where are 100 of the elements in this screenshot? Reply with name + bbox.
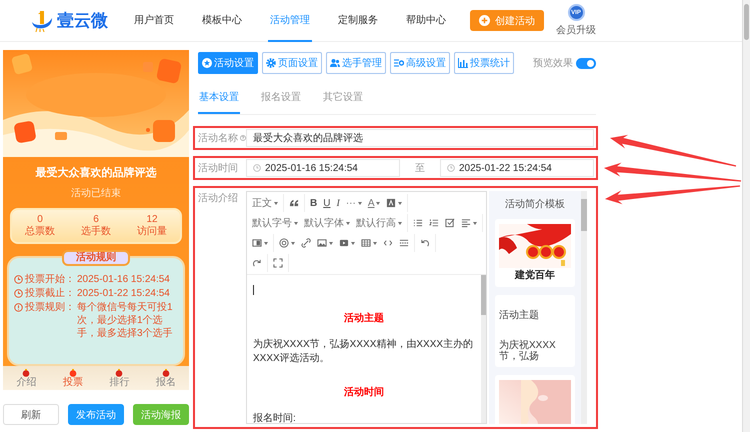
lantern-icon [115, 368, 124, 376]
table-icon [361, 238, 371, 248]
toolbar-button[interactable]: I [333, 195, 343, 211]
scrollbar[interactable] [481, 275, 486, 423]
clock-icon [14, 275, 23, 284]
rule-value: 2025-01-22 15:24:54 [77, 287, 171, 300]
settings-tab[interactable]: 投票统计 [454, 52, 514, 74]
template-caption: 建党百年 [514, 268, 556, 282]
rule-value: 每个微信号每天可投1次，最少选择1个选手，最多选择3个选手 [77, 301, 174, 340]
toolbar-dropdown[interactable]: ··· [342, 195, 365, 211]
toolbar-dropdown[interactable]: 默认字体 [301, 215, 353, 231]
lantern-icon [162, 368, 170, 376]
nav-tab[interactable]: 排行 [96, 366, 142, 390]
caret-icon [264, 242, 268, 244]
input-field[interactable]: 最受大众喜欢的品牌评选 [246, 129, 594, 147]
undo-icon [420, 238, 430, 248]
users-icon [330, 58, 340, 68]
code-icon [383, 238, 393, 248]
stat-value: 12 [146, 214, 158, 226]
template-card-title: 活动主题 [499, 308, 540, 322]
date-field[interactable]: 2025-01-16 15:24:54 [246, 159, 400, 177]
toolbar-button[interactable]: U [320, 195, 334, 211]
settings-tab[interactable]: 高级设置 [390, 52, 450, 74]
template-card[interactable]: 建党百年 [495, 219, 575, 287]
align-left-icon [461, 218, 471, 228]
toolbar-dropdown[interactable]: 默认字号 [249, 215, 301, 231]
settings-list-icon [394, 58, 404, 68]
lantern-icon [68, 368, 77, 376]
image-icon [317, 238, 327, 248]
star-icon [202, 58, 212, 68]
refresh-button[interactable]: 刷新 [3, 404, 59, 425]
create-button[interactable]: 创建活动 [470, 10, 544, 31]
template-card[interactable]: 活动主题 为庆祝XXXX节，弘扬 [495, 295, 575, 367]
logo-text: 壹云微 [57, 10, 108, 32]
publish-button[interactable]: 发布活动 [68, 404, 124, 425]
toolbar-dropdown[interactable]: A [364, 195, 384, 211]
redo-icon [252, 258, 262, 268]
nav-tab[interactable]: 介绍 [3, 366, 50, 390]
nav-link[interactable]: 定制服务 [336, 0, 380, 42]
editor-text-area[interactable]: 活动主题 为庆祝XXXX节，弘扬XXXX精神，由XXXX主办的XXXX评选活动。 活动时间 报名时间: [247, 275, 481, 423]
nav-tab[interactable]: 报名 [142, 366, 189, 390]
settings-tab[interactable]: 页面设置 [262, 52, 322, 74]
activity-status: 活动已结束 [71, 186, 121, 200]
template-panel-title: 活动简介模板 [505, 198, 565, 211]
fullscreen-icon [273, 258, 283, 268]
scrollbar[interactable] [581, 191, 587, 424]
caret-icon [398, 202, 402, 204]
plus-icon [479, 15, 490, 26]
field-label: 活动名称 [198, 132, 238, 145]
clock-icon [14, 289, 23, 298]
settings-tab[interactable]: 活动设置 [198, 52, 258, 74]
numbered-list-icon [429, 218, 439, 228]
caret-icon [373, 242, 377, 244]
nav-link[interactable]: 用户首页 [132, 0, 176, 42]
rules-title: 活动规则 [62, 250, 130, 266]
caret-icon [274, 202, 278, 204]
field-label: 活动时间 [198, 162, 238, 175]
logo-icon [30, 10, 54, 32]
editor-paragraph: 为庆祝XXXX节，弘扬XXXX精神，由XXXX主办的XXXX评选活动。 [253, 338, 474, 365]
caret-icon [346, 222, 350, 224]
stat-label: 总票数 [25, 226, 55, 238]
checkbox-icon [445, 218, 455, 228]
settings-tab[interactable]: 选手管理 [326, 52, 386, 74]
text-cursor [253, 285, 254, 295]
toolbar-dropdown[interactable]: 默认行高 [353, 215, 405, 231]
range-separator: 至 [414, 162, 426, 175]
caret-icon [398, 222, 402, 224]
member-upgrade-link[interactable]: 会员升级 [556, 23, 596, 37]
stat-label: 访问量 [137, 226, 167, 238]
caret-icon [291, 242, 295, 244]
caret-icon [329, 242, 333, 244]
nav-link[interactable]: 模板中心 [200, 0, 244, 42]
clock-icon [447, 164, 455, 172]
sub-tab[interactable]: 其它设置 [322, 88, 364, 114]
nav-link[interactable]: 活动管理 [268, 0, 312, 42]
nav-tab[interactable]: 投票 [50, 366, 96, 390]
preview-toggle[interactable] [576, 58, 596, 68]
scrollbar[interactable] [742, 0, 750, 432]
gear-icon [266, 58, 276, 68]
nav-link[interactable]: 帮助中心 [404, 0, 448, 42]
sub-tab[interactable]: 报名设置 [260, 88, 302, 114]
link-icon [301, 238, 311, 248]
quote-icon [289, 198, 299, 208]
editor-heading: 活动时间 [343, 386, 385, 399]
toolbar-dropdown[interactable]: 正文 [249, 195, 281, 211]
video-icon [339, 238, 349, 248]
caret-icon [376, 202, 380, 204]
stat-value: 6 [93, 214, 99, 226]
toolbar-button[interactable]: B [307, 195, 320, 211]
stat-value: 0 [37, 214, 43, 226]
bulleted-list-icon [413, 218, 423, 228]
info-icon [14, 303, 23, 312]
field-label: 活动介绍 [198, 192, 238, 205]
caret-icon [358, 202, 362, 204]
date-field[interactable]: 2025-01-22 15:24:54 [440, 159, 594, 177]
divider-icon [399, 238, 409, 248]
caret-icon [351, 242, 355, 244]
bar-chart-icon [458, 58, 468, 68]
sub-tab[interactable]: 基本设置 [198, 88, 240, 114]
lantern-icon [22, 368, 30, 376]
